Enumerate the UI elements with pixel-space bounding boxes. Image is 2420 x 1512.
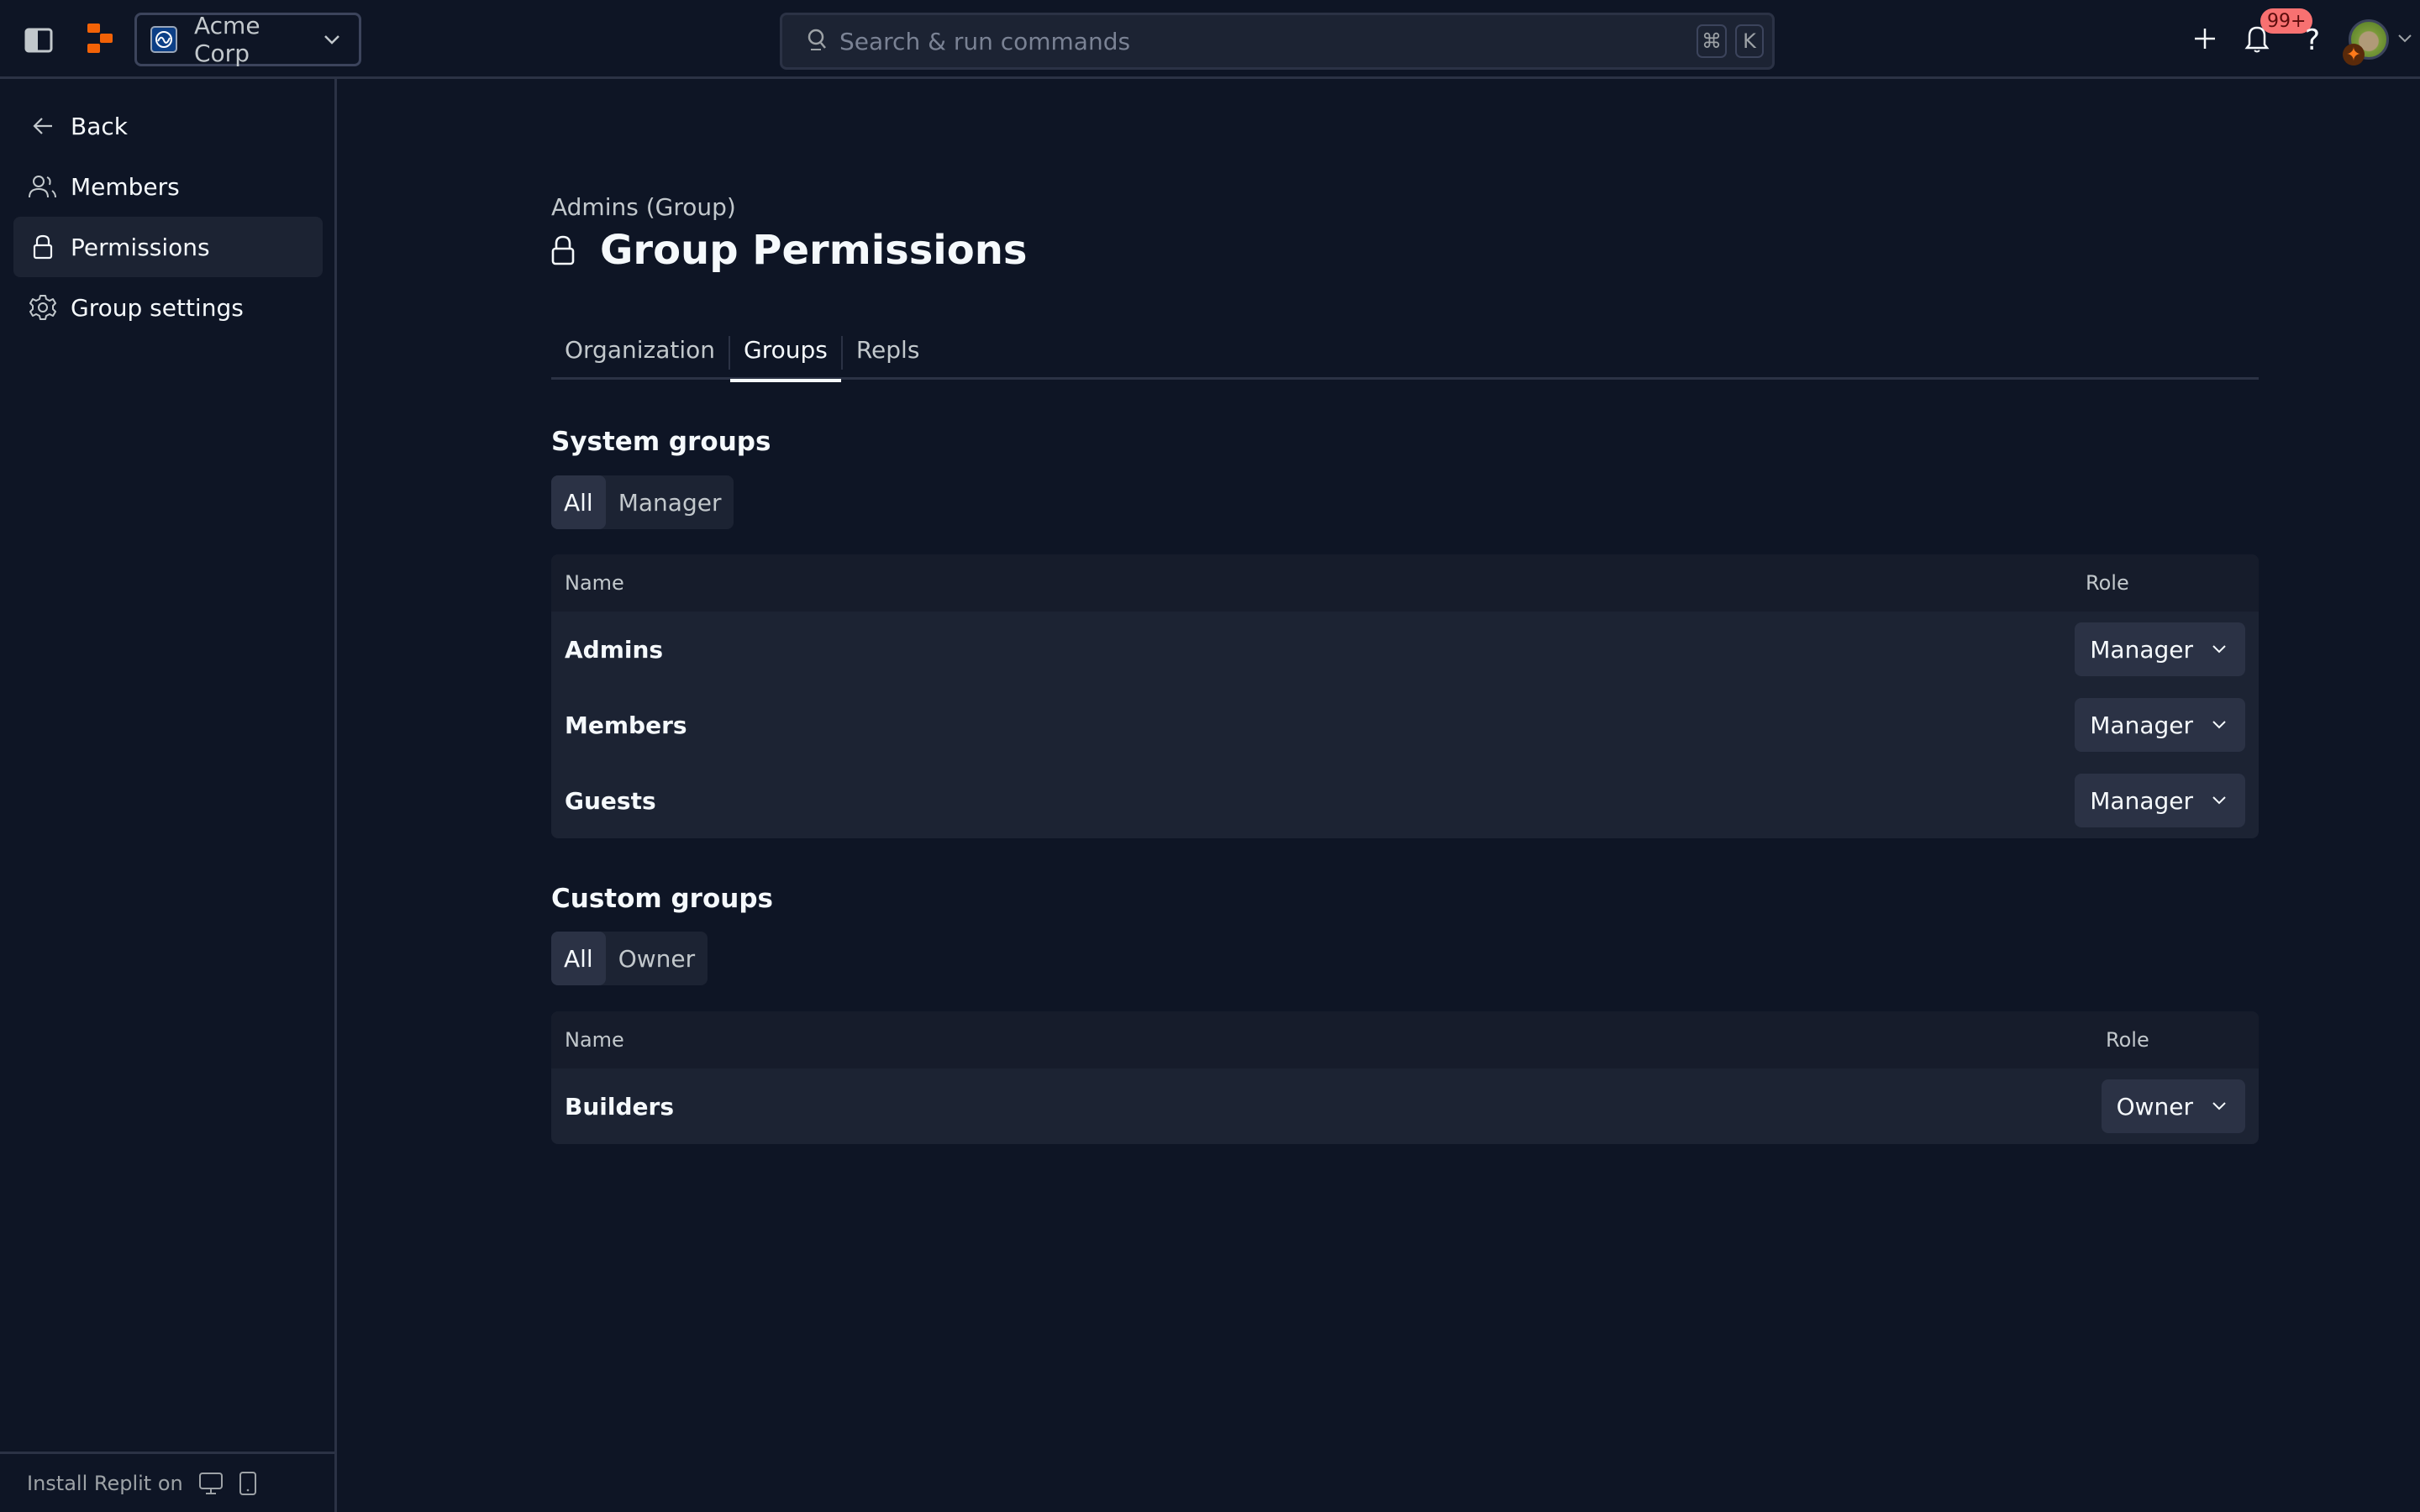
custom-groups-filter: All Owner <box>551 932 708 985</box>
sidebar-item-members[interactable]: Members <box>13 156 323 217</box>
tab-groups[interactable]: Groups <box>730 336 841 382</box>
table-row: Members Manager <box>551 687 2259 763</box>
filter-all[interactable]: All <box>551 932 606 985</box>
table-header: Name Role <box>551 554 2259 612</box>
system-groups-filter: All Manager <box>551 475 734 529</box>
search-placeholder: Search & run commands <box>839 27 1131 55</box>
column-header-name: Name <box>565 571 624 595</box>
desktop-icon[interactable] <box>198 1472 224 1495</box>
table-row: Builders Owner <box>551 1068 2259 1144</box>
chevron-down-icon <box>2212 795 2227 806</box>
table-row: Guests Manager <box>551 763 2259 838</box>
chevron-down-icon <box>2212 720 2227 730</box>
users-icon <box>29 172 57 201</box>
chevron-down-icon[interactable] <box>2396 30 2413 47</box>
role-value: Manager <box>2090 711 2193 739</box>
sidebar-item-label: Back <box>71 112 128 140</box>
group-name: Builders <box>565 1092 674 1121</box>
tab-repls[interactable]: Repls <box>843 336 934 380</box>
sidebar-item-label: Group settings <box>71 293 244 322</box>
sidebar-item-group-settings[interactable]: Group settings <box>13 277 323 338</box>
mobile-icon[interactable] <box>239 1471 257 1496</box>
custom-groups-heading: Custom groups <box>551 884 773 914</box>
chevron-down-icon <box>2212 644 2227 654</box>
role-select[interactable]: Manager <box>2075 774 2245 827</box>
group-name: Members <box>565 711 687 739</box>
page-header: Group Permissions <box>551 227 1027 274</box>
filter-owner[interactable]: Owner <box>606 932 708 985</box>
column-header-role: Role <box>2086 571 2129 595</box>
org-name: Acme Corp <box>194 12 260 67</box>
filter-manager[interactable]: Manager <box>606 475 734 529</box>
lock-icon <box>551 232 581 269</box>
install-replit-footer: Install Replit on <box>0 1452 334 1512</box>
chevron-down-icon <box>317 34 347 45</box>
group-name: Guests <box>565 786 656 815</box>
role-value: Owner <box>2116 1092 2193 1121</box>
column-header-role: Role <box>2106 1028 2149 1052</box>
org-switcher[interactable]: Acme Corp <box>134 12 361 67</box>
sidebar-item-label: Permissions <box>71 233 210 261</box>
sidebar-toggle-icon[interactable] <box>24 25 54 55</box>
create-plus-icon[interactable] <box>2190 24 2220 54</box>
command-search-input[interactable]: Search & run commands ⌘ K <box>780 13 1775 70</box>
page-title: Group Permissions <box>600 227 1028 274</box>
role-select[interactable]: Manager <box>2075 698 2245 752</box>
help-icon[interactable]: ? <box>2297 24 2328 57</box>
table-header: Name Role <box>551 1011 2259 1068</box>
role-value: Manager <box>2090 786 2193 815</box>
permission-tabs: Organization Groups Repls <box>551 336 2259 382</box>
sidebar-item-label: Members <box>71 172 180 201</box>
replit-logo-icon[interactable] <box>84 22 118 55</box>
group-name: Admins <box>565 635 664 664</box>
lock-icon <box>29 233 57 261</box>
plus-badge-icon: ✦ <box>2343 44 2365 66</box>
column-header-name: Name <box>565 1028 624 1052</box>
sidebar: Back Members Permissions Group settings … <box>0 79 337 1512</box>
tab-organization[interactable]: Organization <box>551 336 729 380</box>
shortcut-key-k: K <box>1735 24 1764 58</box>
install-label: Install Replit on <box>27 1471 183 1495</box>
top-bar: Acme Corp Search & run commands ⌘ K 99+ … <box>0 0 2420 79</box>
filter-all[interactable]: All <box>551 475 606 529</box>
custom-groups-table: Name Role Builders Owner <box>551 1011 2259 1144</box>
search-icon <box>806 28 828 55</box>
system-groups-table: Name Role Admins Manager Members Manager… <box>551 554 2259 838</box>
gear-icon <box>29 293 57 322</box>
role-value: Manager <box>2090 635 2193 664</box>
sidebar-item-back[interactable]: Back <box>13 96 323 156</box>
system-groups-heading: System groups <box>551 427 771 457</box>
org-logo-icon <box>150 26 177 53</box>
role-select[interactable]: Owner <box>2101 1079 2245 1133</box>
shortcut-key-cmd: ⌘ <box>1697 24 1727 58</box>
table-row: Admins Manager <box>551 612 2259 687</box>
breadcrumb-subtitle: Admins (Group) <box>551 193 736 221</box>
chevron-down-icon <box>2212 1101 2227 1111</box>
role-select[interactable]: Manager <box>2075 622 2245 676</box>
sidebar-item-permissions[interactable]: Permissions <box>13 217 323 277</box>
arrow-left-icon <box>29 112 57 140</box>
